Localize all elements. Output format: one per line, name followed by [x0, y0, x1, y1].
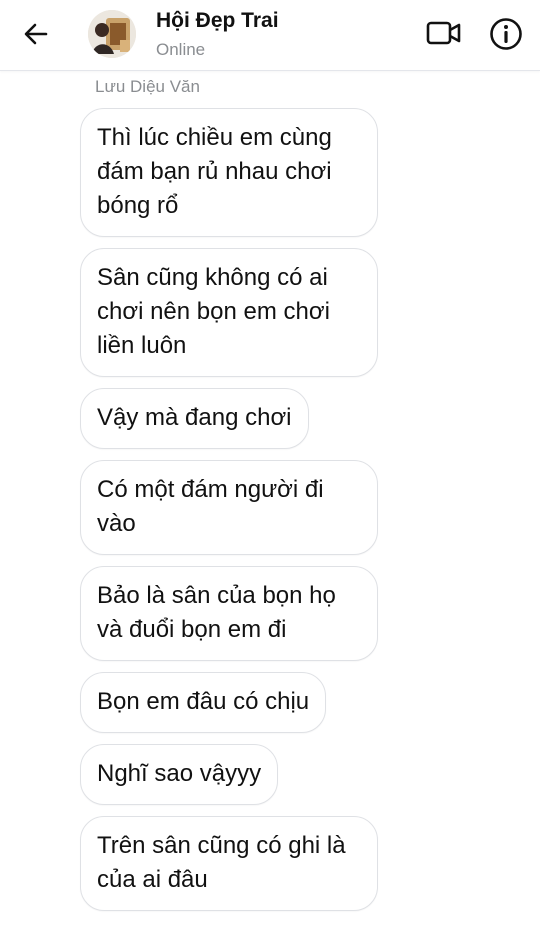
sender-name: Lưu Diệu Văn — [95, 77, 200, 96]
info-button[interactable] — [486, 14, 526, 54]
conversation-title[interactable]: Hội Đẹp Trai — [156, 9, 279, 33]
message-bubble[interactable]: Sân cũng không có ai chơi nên bọn em chơ… — [80, 248, 378, 377]
group-avatar-image — [88, 10, 136, 58]
message-bubble[interactable]: Bọn em đâu có chịu — [80, 672, 327, 733]
online-status: Online — [156, 40, 206, 59]
arrow-left-icon — [24, 23, 48, 45]
chat-header: Hội Đẹp Trai Online — [0, 0, 540, 71]
message-bubble[interactable]: Nghĩ sao vậyyy — [80, 744, 279, 805]
info-icon — [490, 18, 522, 50]
video-call-button[interactable] — [424, 15, 464, 51]
message-bubble[interactable]: Trên sân cũng có ghi là của ai đâu — [80, 816, 378, 911]
message-bubble[interactable]: Vậy mà đang chơi — [80, 388, 309, 449]
message-bubble[interactable]: Thì lúc chiều em cùng đám bạn rủ nhau ch… — [80, 108, 378, 237]
video-camera-icon — [426, 21, 461, 45]
message-thread: Thì lúc chiều em cùng đám bạn rủ nhau ch… — [80, 108, 520, 911]
message-bubble[interactable]: Có một đám người đi vào — [80, 460, 378, 555]
message-bubble[interactable]: Bảo là sân của bọn họ và đuổi bọn em đi — [80, 566, 378, 661]
avatar[interactable] — [88, 10, 136, 58]
back-button[interactable] — [18, 16, 54, 52]
